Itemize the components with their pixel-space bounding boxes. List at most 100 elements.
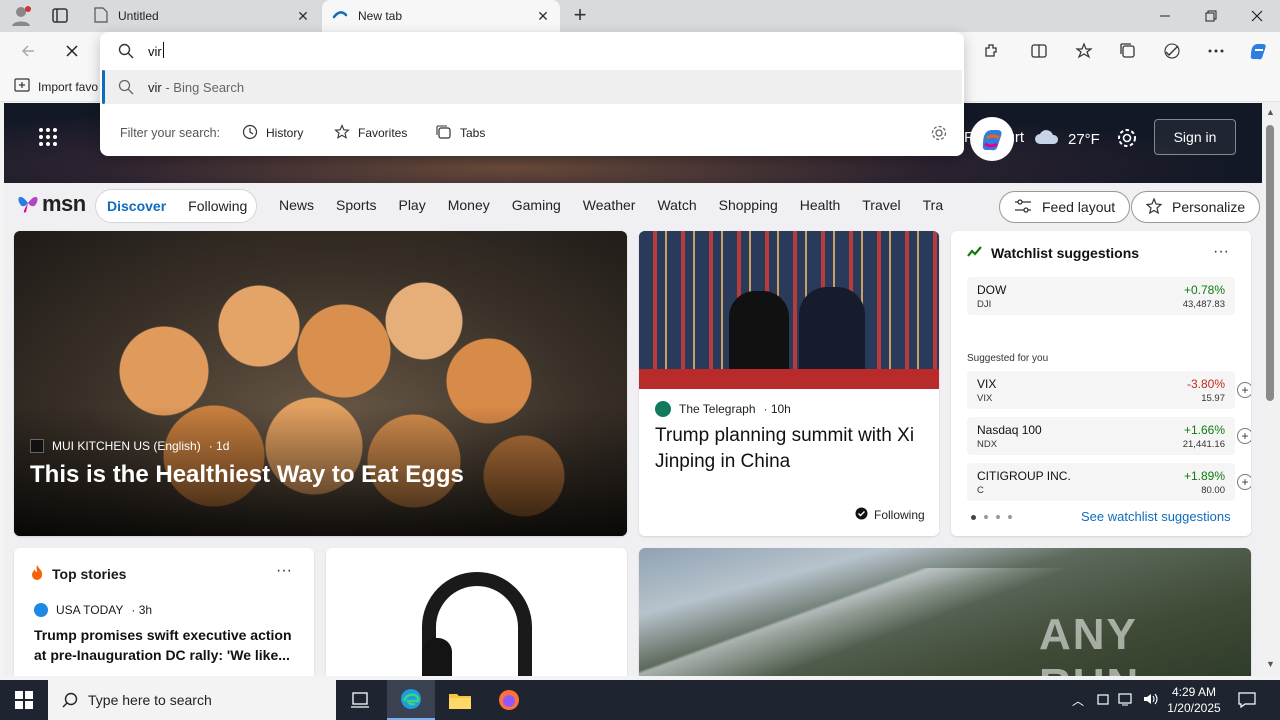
top-stories-title: Top stories — [52, 565, 127, 582]
back-arrow-icon[interactable] — [14, 38, 42, 64]
article-headline[interactable]: This is the Healthiest Way to Eat Eggs — [30, 461, 464, 489]
stock-change: +0.78% — [1183, 283, 1225, 297]
personalize-button[interactable]: Personalize — [1131, 191, 1261, 223]
network-icon[interactable] — [1118, 692, 1134, 709]
windows-start-icon[interactable] — [0, 680, 48, 720]
address-bar[interactable] — [100, 32, 964, 70]
nav-play[interactable]: Play — [387, 197, 436, 219]
file-explorer-icon[interactable] — [436, 680, 484, 720]
more-options-icon[interactable]: ··· — [276, 562, 292, 580]
volume-icon[interactable] — [1142, 692, 1158, 709]
search-suggestion[interactable]: vir - Bing Search — [102, 70, 962, 104]
sign-in-button[interactable]: Sign in — [1154, 119, 1236, 155]
device-icon[interactable] — [1096, 692, 1110, 709]
address-input[interactable] — [148, 41, 928, 61]
hero-news-card[interactable]: MUI KITCHEN US (English) · 1d This is th… — [14, 231, 627, 536]
carousel-dot[interactable] — [996, 515, 1000, 519]
restore-icon[interactable] — [1188, 0, 1234, 32]
article-headline[interactable]: Trump planning summit with Xi Jinping in… — [655, 423, 927, 475]
edge-taskbar-icon[interactable] — [387, 680, 435, 720]
filter-favorites[interactable]: Favorites — [334, 122, 407, 144]
gear-icon[interactable] — [930, 124, 948, 142]
article-headline[interactable]: Trump promises swift executive action at… — [34, 625, 302, 665]
search-icon — [118, 43, 134, 59]
nav-weather[interactable]: Weather — [572, 197, 647, 219]
see-watchlist-link[interactable]: See watchlist suggestions — [1081, 509, 1231, 524]
news-card[interactable]: The Telegraph · 10h Trump planning summi… — [639, 231, 939, 536]
search-icon — [62, 692, 78, 711]
taskbar-search-box[interactable]: Type here to search — [48, 680, 336, 720]
nav-money[interactable]: Money — [437, 197, 501, 219]
copilot-logo-icon[interactable] — [970, 117, 1014, 161]
feed-layout-button[interactable]: Feed layout — [999, 191, 1131, 223]
nav-gaming[interactable]: Gaming — [501, 197, 572, 219]
page-settings-gear-icon[interactable] — [1116, 127, 1138, 149]
clock-time: 4:29 AM — [1171, 685, 1217, 699]
close-window-icon[interactable] — [1234, 0, 1280, 32]
new-tab-button[interactable]: + — [568, 4, 592, 28]
tab-actions-icon[interactable] — [48, 6, 72, 26]
add-to-watchlist-icon[interactable]: + — [1237, 382, 1251, 398]
filter-tabs-label: Tabs — [460, 126, 486, 140]
stop-loading-icon[interactable] — [58, 38, 86, 64]
import-favorites-button[interactable]: Import favo — [14, 78, 98, 95]
minimize-icon[interactable] — [1142, 0, 1188, 32]
settings-more-icon[interactable] — [1202, 38, 1230, 64]
carousel-dot[interactable] — [971, 515, 976, 520]
star-sparkle-icon — [1145, 196, 1163, 217]
favorites-star-icon[interactable] — [1070, 38, 1098, 64]
notifications-icon[interactable] — [1238, 692, 1256, 711]
profile-icon[interactable] — [10, 5, 32, 27]
close-tab-icon[interactable]: ✕ — [536, 8, 550, 24]
following-button[interactable]: Following — [855, 507, 925, 523]
taskbar-search-placeholder: Type here to search — [88, 692, 212, 708]
apps-grid-icon[interactable] — [38, 127, 58, 147]
add-to-watchlist-icon[interactable]: + — [1237, 474, 1251, 490]
tab-following[interactable]: Following — [177, 198, 258, 214]
add-to-watchlist-icon[interactable]: + — [1237, 428, 1251, 444]
more-options-icon[interactable]: ··· — [1213, 243, 1229, 261]
carousel-dot[interactable] — [1008, 515, 1012, 519]
stock-row-vix[interactable]: VIX VIX -3.80% 15.97 + — [967, 371, 1251, 409]
firefox-icon[interactable] — [485, 680, 533, 720]
taskbar-clock[interactable]: 4:29 AM 1/20/2025 — [1166, 684, 1222, 716]
stock-row-dow[interactable]: DOW DJI +0.78% 43,487.83 — [967, 277, 1235, 315]
mountain-image-card[interactable]: ANY RUN — [639, 548, 1251, 676]
scroll-down-icon[interactable]: ▼ — [1266, 659, 1275, 669]
carousel-dots — [971, 515, 1012, 520]
filter-history-label: History — [266, 126, 304, 140]
extensions-icon[interactable] — [977, 38, 1005, 64]
article-age: · 10h — [763, 402, 791, 416]
browser-essentials-icon[interactable] — [1158, 38, 1186, 64]
nav-travel[interactable]: Travel — [851, 197, 911, 219]
msn-logo[interactable]: msn — [16, 191, 86, 217]
tab-untitled[interactable]: Untitled ✕ — [84, 0, 320, 32]
tab-discover[interactable]: Discover — [96, 198, 177, 214]
collections-icon[interactable] — [1114, 38, 1142, 64]
copilot-icon[interactable] — [1244, 38, 1272, 64]
scrollbar-thumb[interactable] — [1266, 125, 1274, 401]
task-view-icon[interactable] — [336, 680, 384, 720]
stock-row-citigroup[interactable]: CITIGROUP INC. C +1.89% 80.00 + — [967, 463, 1251, 501]
nav-news[interactable]: News — [268, 197, 325, 219]
filter-tabs[interactable]: Tabs — [436, 122, 485, 144]
stock-row-ndx[interactable]: Nasdaq 100 NDX +1.66% 21,441.16 + — [967, 417, 1251, 455]
show-hidden-icons-chevron-icon[interactable]: ︿ — [1072, 692, 1084, 709]
product-card[interactable] — [326, 548, 627, 676]
nav-shopping[interactable]: Shopping — [708, 197, 789, 219]
page-scrollbar[interactable]: ▲ ▼ — [1262, 103, 1280, 676]
nav-sports[interactable]: Sports — [325, 197, 387, 219]
nav-watch[interactable]: Watch — [646, 197, 707, 219]
nav-traffic[interactable]: Tra — [912, 197, 948, 219]
scroll-up-icon[interactable]: ▲ — [1266, 107, 1275, 117]
stock-price: 80.00 — [1201, 485, 1225, 496]
tab-new-tab[interactable]: New tab ✕ — [322, 0, 560, 32]
weather-widget[interactable]: 27°F — [1034, 129, 1100, 149]
close-tab-icon[interactable]: ✕ — [296, 8, 310, 24]
feed-toggle: Discover Following — [95, 189, 257, 223]
carousel-dot[interactable] — [984, 515, 988, 519]
split-screen-icon[interactable] — [1025, 38, 1053, 64]
msn-logo-text: msn — [42, 191, 86, 216]
nav-health[interactable]: Health — [789, 197, 851, 219]
filter-history[interactable]: History — [242, 122, 303, 144]
